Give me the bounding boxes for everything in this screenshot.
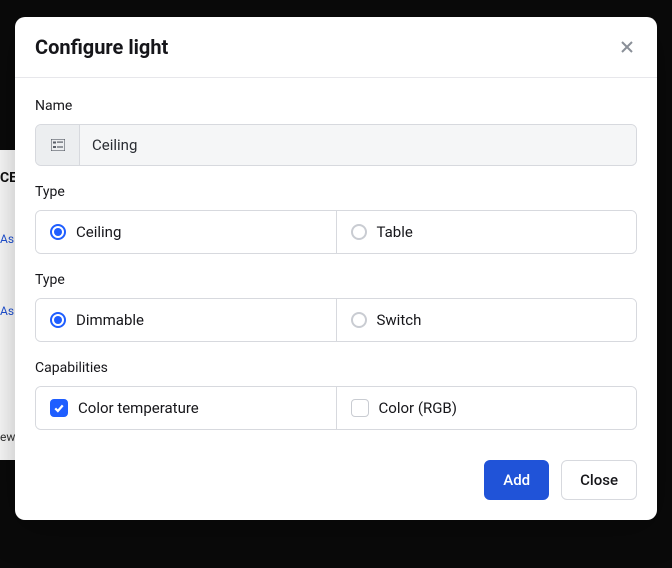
type1-option-row: Ceiling Table	[35, 210, 637, 254]
name-input[interactable]	[80, 125, 636, 165]
name-input-group	[35, 124, 637, 166]
type1-option-ceiling[interactable]: Ceiling	[36, 211, 336, 253]
bg-text: As	[0, 232, 14, 246]
checkbox-icon	[351, 399, 369, 417]
option-label: Switch	[377, 311, 422, 329]
radio-icon	[50, 224, 66, 240]
name-label: Name	[35, 98, 637, 114]
type2-option-switch[interactable]: Switch	[336, 299, 637, 341]
radio-icon	[351, 224, 367, 240]
option-label: Dimmable	[76, 311, 144, 329]
option-label: Color (RGB)	[379, 399, 458, 417]
modal-body: Name Type Cei	[15, 78, 657, 454]
type1-option-table[interactable]: Table	[336, 211, 637, 253]
capability-color-rgb[interactable]: Color (RGB)	[336, 387, 637, 429]
close-icon[interactable]	[617, 37, 637, 57]
radio-icon	[351, 312, 367, 328]
form-icon	[36, 125, 80, 165]
type2-option-dimmable[interactable]: Dimmable	[36, 299, 336, 341]
radio-icon	[50, 312, 66, 328]
option-label: Table	[377, 223, 413, 241]
option-label: Ceiling	[76, 223, 121, 241]
add-button[interactable]: Add	[484, 460, 549, 500]
name-field-group: Name	[35, 98, 637, 166]
capabilities-group: Capabilities Color temperature Color (RG…	[35, 360, 637, 430]
capabilities-option-row: Color temperature Color (RGB)	[35, 386, 637, 430]
capabilities-label: Capabilities	[35, 360, 637, 376]
modal-title: Configure light	[35, 35, 168, 59]
type-dimmable-switch-group: Type Dimmable Switch	[35, 272, 637, 342]
configure-light-modal: Configure light Name	[15, 17, 657, 520]
close-button[interactable]: Close	[561, 460, 637, 500]
type2-label: Type	[35, 272, 637, 288]
modal-footer: Add Close	[15, 454, 657, 520]
bg-text: ew	[0, 430, 15, 444]
bg-text: As	[0, 304, 14, 318]
capability-color-temperature[interactable]: Color temperature	[36, 387, 336, 429]
option-label: Color temperature	[78, 399, 199, 417]
type1-label: Type	[35, 184, 637, 200]
checkbox-icon	[50, 399, 68, 417]
modal-header: Configure light	[15, 17, 657, 78]
type-ceiling-table-group: Type Ceiling Table	[35, 184, 637, 254]
type2-option-row: Dimmable Switch	[35, 298, 637, 342]
